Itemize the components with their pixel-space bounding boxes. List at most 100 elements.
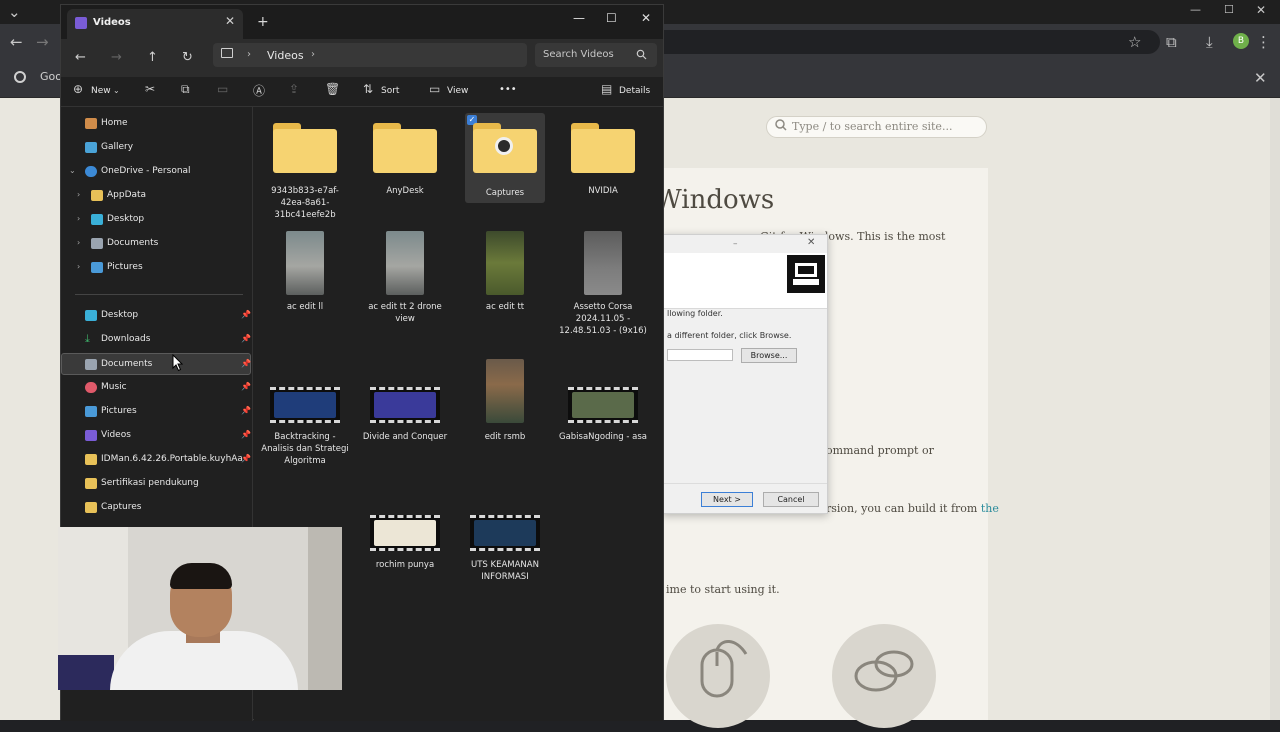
video-item[interactable]: UTS KEAMANAN INFORMASI xyxy=(465,515,545,585)
browser-close-icon[interactable]: ✕ xyxy=(1256,0,1266,20)
search-icon xyxy=(775,119,787,131)
installer-text-2: a different folder, click Browse. xyxy=(667,331,792,340)
video-item[interactable]: Divide and Conquer xyxy=(363,387,447,457)
video-item[interactable]: edit rsmb xyxy=(465,359,545,449)
nav-item-onedrive-pictures[interactable]: › Pictures xyxy=(61,257,251,279)
nav-item-sertifikasi[interactable]: Sertifikasi pendukung xyxy=(61,473,251,495)
browser-back-icon[interactable]: ← xyxy=(10,32,23,52)
breadcrumb-chevron-icon[interactable]: › xyxy=(311,49,315,60)
nav-item-captures[interactable]: Captures xyxy=(61,497,251,519)
cut-icon[interactable]: ✂ xyxy=(145,82,155,96)
nav-item-videos[interactable]: Videos 📌 xyxy=(61,425,251,447)
browser-forward-icon[interactable]: → xyxy=(36,32,49,52)
item-name: Assetto Corsa 2024.11.05 - 12.48.51.03 -… xyxy=(559,302,647,336)
tab-search-icon[interactable]: ⌄ xyxy=(8,2,21,22)
page-link[interactable]: the xyxy=(981,502,999,515)
pin-icon[interactable]: 📌 xyxy=(241,430,251,439)
minimize-icon[interactable]: — xyxy=(573,11,585,25)
video-thumbnail xyxy=(486,231,524,295)
close-tab-icon[interactable]: ✕ xyxy=(225,14,235,28)
downloads-icon[interactable]: ⤓ xyxy=(1206,32,1213,52)
page-heading: Windows xyxy=(655,185,775,215)
profile-avatar[interactable]: B xyxy=(1233,33,1249,49)
nav-item-appdata[interactable]: › AppData xyxy=(61,185,251,207)
new-button[interactable]: New xyxy=(91,86,111,96)
pin-icon[interactable]: 📌 xyxy=(241,310,251,319)
extensions-icon[interactable]: ⧉ xyxy=(1166,32,1177,52)
folder-item-selected[interactable]: Captures xyxy=(465,117,545,207)
video-item[interactable]: Backtracking - Analisis dan Strategi Alg… xyxy=(261,387,349,487)
up-arrow-icon[interactable]: ↑ xyxy=(147,50,158,65)
pin-icon[interactable]: 📌 xyxy=(241,334,251,343)
pin-icon[interactable]: 📌 xyxy=(241,406,251,415)
delete-icon[interactable]: 🗑 xyxy=(325,82,340,96)
nav-item-home[interactable]: Home xyxy=(61,113,251,135)
nav-item-music[interactable]: Music 📌 xyxy=(61,377,251,399)
sort-button[interactable]: Sort xyxy=(381,86,399,96)
page-scrollbar[interactable] xyxy=(1270,98,1280,720)
video-item[interactable]: ac edit ll xyxy=(265,231,345,327)
share-icon[interactable]: ⇪ xyxy=(289,82,299,96)
installer-minimize-icon[interactable]: – xyxy=(733,239,738,249)
next-button[interactable]: Next > xyxy=(701,492,753,507)
page-text-line4: ime to start using it. xyxy=(666,583,780,596)
details-pane-icon: ▤ xyxy=(601,82,613,96)
bookmark-star-icon[interactable]: ☆ xyxy=(1128,32,1141,52)
paste-icon[interactable]: ▭ xyxy=(217,82,228,96)
pin-icon[interactable]: 📌 xyxy=(241,359,251,368)
video-item[interactable]: ac edit tt xyxy=(465,231,545,327)
installer-text-1: llowing folder. xyxy=(667,309,723,318)
search-icon[interactable] xyxy=(636,49,647,60)
new-tab-icon[interactable]: + xyxy=(257,14,269,30)
chevron-down-icon[interactable]: ⌄ xyxy=(69,166,76,175)
close-bar-icon[interactable]: ✕ xyxy=(1254,68,1267,88)
refresh-icon[interactable]: ↻ xyxy=(182,50,193,65)
rename-icon[interactable]: Ⓐ xyxy=(253,82,265,99)
copy-icon[interactable]: ⧉ xyxy=(181,82,190,97)
forward-arrow-icon[interactable]: → xyxy=(111,50,122,65)
folder-item[interactable]: 9343b833-e7af-42ea-8a61-31bc41eefe2b xyxy=(265,117,345,227)
folder-item[interactable]: NVIDIA xyxy=(563,117,643,207)
breadcrumb-videos[interactable]: Videos xyxy=(267,49,304,62)
view-button[interactable]: View xyxy=(447,86,468,96)
video-item[interactable]: GabisaNgoding - asa xyxy=(559,387,647,457)
chevron-right-icon[interactable]: › xyxy=(77,262,80,271)
cancel-button[interactable]: Cancel xyxy=(763,492,819,507)
folder-item[interactable]: AnyDesk xyxy=(365,117,445,207)
bookmark-label[interactable]: Goo xyxy=(40,70,62,83)
pin-icon[interactable]: 📌 xyxy=(241,382,251,391)
video-item[interactable]: rochim punya xyxy=(365,515,445,575)
installer-close-icon[interactable]: ✕ xyxy=(807,237,815,248)
chevron-right-icon[interactable]: › xyxy=(77,190,80,199)
chevron-right-icon[interactable]: › xyxy=(77,214,80,223)
close-window-icon[interactable]: ✕ xyxy=(641,11,651,25)
browse-button[interactable]: Browse... xyxy=(741,348,797,363)
nav-item-gallery[interactable]: Gallery xyxy=(61,137,251,159)
back-arrow-icon[interactable]: ← xyxy=(75,50,86,65)
nav-item-documents[interactable]: Documents 📌 xyxy=(61,353,251,375)
nav-item-onedrive[interactable]: ⌄ OneDrive - Personal xyxy=(61,161,251,183)
chevron-right-icon[interactable]: › xyxy=(77,238,80,247)
site-search-placeholder: Type / to search entire site... xyxy=(792,120,953,133)
install-path-input[interactable] xyxy=(667,349,733,361)
nav-item-desktop[interactable]: Desktop 📌 xyxy=(61,305,251,327)
maximize-icon[interactable]: ☐ xyxy=(606,11,617,25)
nav-item-onedrive-desktop[interactable]: › Desktop xyxy=(61,209,251,231)
tab-videos[interactable]: Videos ✕ xyxy=(67,9,243,39)
browser-minimize-icon[interactable]: — xyxy=(1190,0,1201,20)
video-item[interactable]: ac edit tt 2 drone view xyxy=(365,231,445,327)
browser-menu-icon[interactable]: ⋮ xyxy=(1256,32,1271,52)
nav-item-idman[interactable]: IDMan.6.42.26.Portable.kuyhAa 📌 xyxy=(61,449,251,471)
nav-item-pictures[interactable]: Pictures 📌 xyxy=(61,401,251,423)
google-icon[interactable] xyxy=(14,71,26,83)
item-name: AnyDesk xyxy=(386,186,424,196)
more-options-button[interactable]: ••• xyxy=(499,84,517,95)
details-button[interactable]: Details xyxy=(619,86,650,96)
address-path-bar[interactable] xyxy=(213,43,527,67)
browser-maximize-icon[interactable]: ☐ xyxy=(1224,0,1234,20)
nav-item-downloads[interactable]: ⤓ Downloads 📌 xyxy=(61,329,251,351)
nav-item-onedrive-documents[interactable]: › Documents xyxy=(61,233,251,255)
video-item[interactable]: Assetto Corsa 2024.11.05 - 12.48.51.03 -… xyxy=(559,231,647,355)
pin-icon[interactable]: 📌 xyxy=(241,454,251,463)
view-icon: ▭ xyxy=(429,82,441,96)
